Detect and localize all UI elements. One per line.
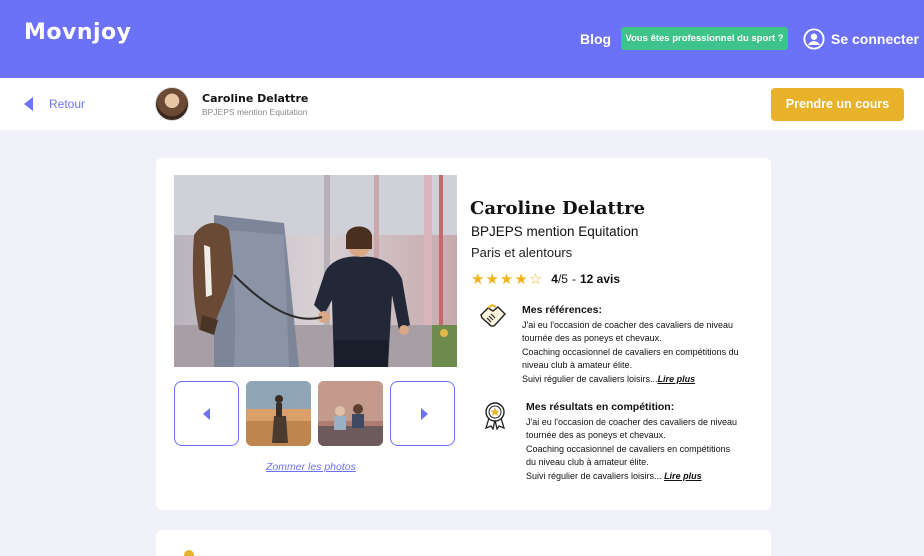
rating-max: /5 xyxy=(557,272,568,286)
award-medal-icon xyxy=(484,402,506,430)
coach-area: Paris et alentours xyxy=(471,245,573,260)
nav-blog-link[interactable]: Blog xyxy=(580,31,611,47)
profile-subheader: Retour Caroline Delattre BPJEPS mention … xyxy=(0,78,924,130)
star-icon: ★ xyxy=(485,271,500,288)
results-title: Mes résultats en compétition: xyxy=(526,401,675,413)
chevron-left-icon xyxy=(203,408,210,420)
star-outline-icon: ☆ xyxy=(528,271,544,288)
main-photo[interactable] xyxy=(174,175,457,367)
coach-name-small: Caroline Delattre xyxy=(202,92,309,105)
logo[interactable]: Movnjoy xyxy=(24,20,132,45)
handshake-icon xyxy=(480,303,506,327)
login-label: Se connecter xyxy=(831,31,919,47)
rating: ★★★★☆ 4 /5 - 12 avis xyxy=(471,270,620,288)
top-navbar: Movnjoy Blog Vous êtes professionnel du … xyxy=(0,0,924,78)
references-read-more-link[interactable]: Lire plus xyxy=(658,374,696,384)
star-rating: ★★★★☆ xyxy=(471,270,543,288)
chevron-right-icon xyxy=(421,408,428,420)
results-line: J'ai eu l'occasion de coacher des cavali… xyxy=(526,416,738,427)
references-line: Suivi régulier de cavaliers loisirs... xyxy=(522,373,658,384)
references-line: tournée des as poneys et chevaux. xyxy=(522,333,662,343)
references-title: Mes références: xyxy=(522,304,602,316)
results-line: Coaching occasionnel de cavaliers en com… xyxy=(526,443,731,454)
back-label: Retour xyxy=(49,97,86,111)
results-read-more-link[interactable]: Lire plus xyxy=(664,471,702,481)
references-section: Mes références: J'ai eu l'occasion de co… xyxy=(522,304,739,386)
star-icon: ★ xyxy=(499,271,515,288)
rating-separator: - xyxy=(571,272,576,286)
next-section-card xyxy=(156,530,771,556)
coach-diploma-small: BPJEPS mention Equitation xyxy=(202,107,308,117)
coach-with-horse-photo xyxy=(174,175,457,367)
back-button[interactable]: Retour xyxy=(24,97,85,111)
coach-diploma: BPJEPS mention Equitation xyxy=(471,224,639,239)
zoom-photos-link[interactable]: Zommer les photos xyxy=(266,461,356,473)
results-line: Suivi régulier de cavaliers loisirs... xyxy=(526,470,665,481)
profile-card: Zommer les photos Caroline Delattre BPJE… xyxy=(156,158,771,510)
references-line: J'ai eu l'occasion de coacher des cavali… xyxy=(522,319,734,330)
references-line: niveau club à amateur élite. xyxy=(522,360,633,370)
star-icon: ★ xyxy=(514,271,529,288)
results-line: tournée des as poneys et chevaux. xyxy=(526,430,666,440)
photo-prev-button[interactable] xyxy=(174,381,239,446)
pro-signup-button[interactable]: Vous êtes professionnel du sport ? xyxy=(621,27,788,50)
star-icon: ★ xyxy=(471,271,486,288)
book-lesson-button[interactable]: Prendre un cours xyxy=(771,88,904,121)
section-icon xyxy=(184,550,194,556)
avatar xyxy=(155,87,189,121)
back-arrow-icon xyxy=(24,97,33,111)
photo-thumbnail[interactable] xyxy=(246,381,311,446)
rating-score: 4 xyxy=(551,272,558,286)
review-count[interactable]: 12 avis xyxy=(580,272,620,286)
coach-name: Caroline Delattre xyxy=(470,198,646,219)
photo-thumbnail[interactable] xyxy=(318,381,383,446)
user-circle-icon xyxy=(803,28,825,50)
login-link[interactable]: Se connecter xyxy=(803,28,919,50)
results-line: du niveau club à amateur élite. xyxy=(526,457,649,467)
results-section: Mes résultats en compétition: J'ai eu l'… xyxy=(526,401,737,483)
photo-next-button[interactable] xyxy=(390,381,455,446)
references-line: Coaching occasionnel de cavaliers en com… xyxy=(522,346,739,357)
